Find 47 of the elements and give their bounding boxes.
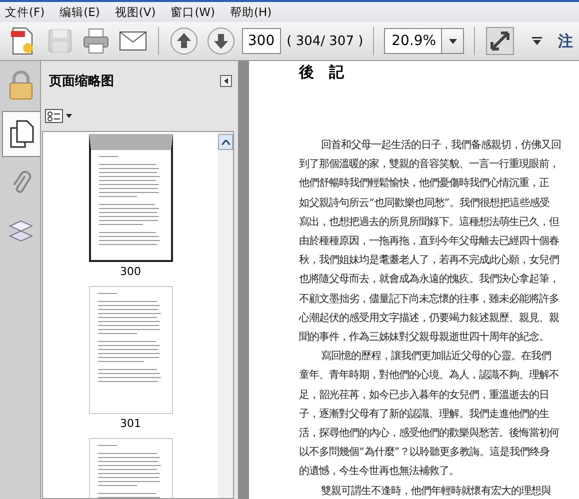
text-line: 以不多問幾個“為什麼”？以聆聽更多教誨。這是我們终身	[299, 445, 551, 460]
text-line: 的遺憾，今生今世再也無法補救了。	[299, 464, 460, 480]
text-line: 秋，我們姐妹均是耄耋老人了，若再不完成此心願，女兒們	[299, 253, 560, 268]
text-line: 寫出，也想把過去的所見所聞錄下。這種想法萌生已久，但	[299, 214, 560, 230]
text-line: 活，探尋他們的內心，感受他們的歡樂與愁苦。後悔當初何	[299, 426, 560, 442]
menu-item[interactable]: 帮助(H)	[230, 4, 272, 20]
caret-icon	[66, 114, 72, 118]
zoom-field[interactable]: 20.9%	[384, 28, 442, 54]
text-line: 童年、青年時期，對他們的心境、為人，認識不夠、理解不	[299, 368, 560, 384]
document-heading: 後 記	[299, 63, 346, 83]
text-line: 寫回憶的歷程，讓我們更加貼近父母的心靈。在我們	[320, 349, 552, 364]
text-line: 不顧文墨拙劣，儘量記下尚未忘懷的往事，雖未必能將許多	[299, 292, 560, 307]
zoom-dropdown[interactable]	[442, 28, 464, 54]
text-line: 足，韶光荏苒，如今已步入暮年的女兒們，重溫逝去的日	[299, 388, 550, 403]
text-line: 聞的事件，作為三姊妹對父親母親逝世四十周年的紀念。	[299, 330, 550, 346]
page-thumbnail[interactable]	[88, 286, 172, 414]
lock-icon	[8, 70, 34, 100]
menu-item[interactable]: 编辑(E)	[60, 4, 100, 20]
options-button[interactable]	[45, 109, 72, 123]
caret-icon	[224, 78, 228, 84]
text-line: 到了那個溫暖的家，雙親的音容笑貌、一言一行重現眼前，	[299, 157, 560, 172]
text-line: 子，逐漸對父母有了新的認識、理解。我們走進他們的生	[299, 406, 550, 422]
comment-label[interactable]: 注	[558, 32, 573, 50]
sidebar-tab[interactable]	[2, 111, 40, 157]
caret-icon	[448, 38, 457, 44]
page-count: ( 304/ 307 )	[286, 34, 364, 48]
text-line: 也將隨父母而去，就會成為永遠的愧疚。我們決心拿起筆，	[299, 272, 560, 288]
text-line: 心潮起伏的感受用文字描述，仍要竭力敍述親歷、親見、親	[299, 310, 560, 326]
text-line: 他們舒暢時我們輕鬆愉快，他們憂傷時我們心情沉重，正	[299, 176, 550, 192]
fullscreen-icon[interactable]	[484, 25, 516, 57]
menu-item[interactable]: 视图(V)	[114, 4, 156, 20]
text-line: 如父親詩句所云“也同歡樂也同愁”。我們很想把這些感受	[299, 196, 551, 211]
page-number-field[interactable]: 300	[242, 28, 281, 54]
text-line: 雙親可謂生不逢時，他們年輕時就懷有宏大的理想與	[320, 484, 552, 499]
collapse-button[interactable]	[220, 75, 232, 87]
thumbnail-label: 300	[120, 265, 141, 278]
pages-icon	[10, 120, 34, 148]
text-line: 由於種種原因，一拖再拖，直到今年父母離去已經四十個春	[299, 234, 560, 250]
menu-item[interactable]: 文件(F)	[5, 4, 45, 20]
chevron-up-icon	[222, 140, 230, 144]
scroll-up-button[interactable]	[218, 134, 233, 150]
text-line: 回首和父母一起生活的日子，我們备感親切，仿佛又回	[320, 138, 562, 153]
layers-icon	[8, 219, 34, 243]
panel-title: 页面缩略图	[49, 72, 114, 90]
menu-item[interactable]: 窗口(W)	[170, 4, 216, 20]
thumbnail-label: 301	[120, 417, 141, 430]
page-thumbnail[interactable]	[88, 134, 172, 262]
